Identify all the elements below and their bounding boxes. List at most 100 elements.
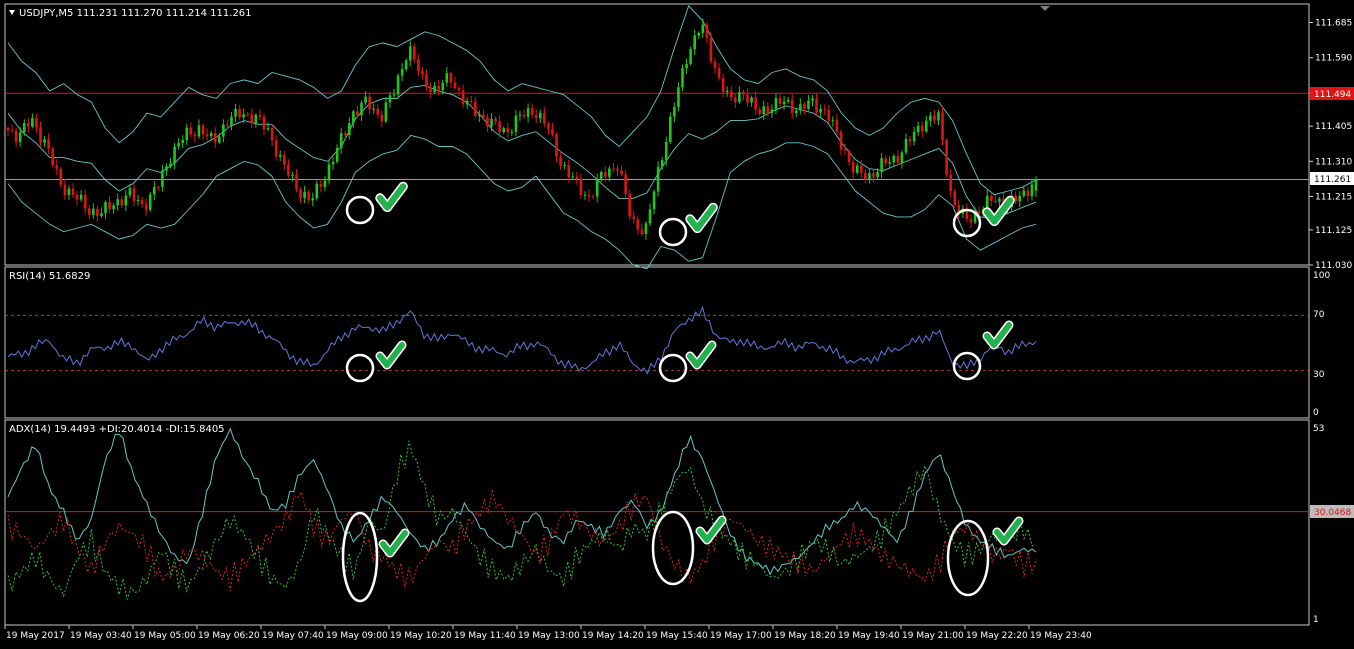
price-tick-label: 111.215 [1315,193,1352,203]
candle-body [811,98,814,101]
candle-body [364,96,367,103]
candle-body [563,165,566,167]
current-price-tag-text: 111.261 [1314,175,1351,185]
candle-body [234,108,237,117]
candle-body [673,107,676,117]
candle-body [522,114,526,117]
candle-body [693,35,696,50]
candle-body [969,218,973,223]
candle-body [530,108,534,115]
candle-body [39,127,42,143]
candle-body [348,123,351,136]
time-tick-label: 19 May 14:20 [582,631,644,641]
candle-body [226,124,229,126]
candle-body [924,120,928,132]
candle-body [538,112,542,119]
candle-body [721,78,725,92]
candle-body [896,155,900,163]
candle-body [193,134,197,137]
candle-body [71,188,75,195]
adx-level-tag-text: 30.0468 [1314,508,1351,518]
candle-body [372,108,375,110]
candle-body [892,155,896,163]
candle-body [360,102,363,116]
candle-body [79,194,83,200]
candle-body [152,187,156,195]
price-tick-label: 111.030 [1315,261,1352,271]
candle-body [746,94,749,103]
candle-body [278,155,282,157]
candle-body [506,128,510,133]
candle-body [165,166,168,171]
rsi-tick-100: 100 [1313,271,1330,281]
candle-body [157,187,160,189]
candle-body [916,125,920,132]
candle-body [664,141,668,161]
candle-body [136,199,140,201]
candle-body [262,116,266,130]
candle-body [161,170,164,188]
candle-body [461,90,465,105]
time-tick-label: 19 May 09:00 [326,631,388,641]
candle-body [912,131,916,142]
candle-body [701,24,705,34]
candle-body [782,101,786,105]
candle-body [18,132,22,143]
candle-body [908,139,912,142]
candle-body [75,194,79,200]
candle-body [770,109,774,114]
candle-body [87,208,91,215]
candle-body [376,108,380,115]
candle-body [790,99,794,114]
candle-body [335,147,339,162]
candle-body [92,208,95,215]
candle-body [465,100,469,105]
candle-body [758,109,761,115]
candle-body [685,63,688,69]
candle-body [319,183,323,188]
candle-body [888,162,892,164]
candle-body [608,168,611,177]
candle-body [742,92,745,95]
candle-body [140,199,144,205]
candle-body [380,114,384,122]
candle-body [392,94,396,96]
candle-body [303,191,306,199]
candle-body [920,125,924,132]
candle-body [108,202,111,210]
candle-body [587,194,591,197]
candle-body [287,164,290,176]
candle-body [551,128,554,135]
candle-body [47,139,50,149]
adx-tick-top: 53 [1313,424,1324,434]
candle-body [591,196,595,198]
candle-body [116,199,120,206]
candle-body [1026,190,1030,197]
rsi-tick-0: 0 [1313,408,1319,418]
candle-body [197,125,201,137]
time-tick-label: 19 May 13:00 [518,631,580,641]
candle-body [583,194,587,196]
candle-body [6,128,10,131]
candle-body [620,170,623,175]
candle-body [689,49,692,64]
candle-body [181,140,185,144]
price-tick-label: 111.590 [1315,54,1352,64]
rsi-tick-70: 70 [1313,310,1325,320]
candle-body [339,133,343,148]
candle-body [327,164,331,181]
candle-body [291,174,294,176]
time-tick-label: 19 May 10:20 [390,631,452,641]
time-tick-label: 19 May 17:00 [710,631,772,641]
candle-body [457,88,461,91]
adx-tick-bottom: 1 [1313,615,1319,625]
candle-body [567,165,571,177]
candle-body [652,191,656,210]
candle-body [148,194,152,210]
candle-body [295,174,298,190]
candle-body [949,174,952,192]
candle-body [331,161,335,165]
candle-body [144,204,148,210]
candle-body [803,104,806,109]
price-tick-label: 111.310 [1315,157,1352,167]
